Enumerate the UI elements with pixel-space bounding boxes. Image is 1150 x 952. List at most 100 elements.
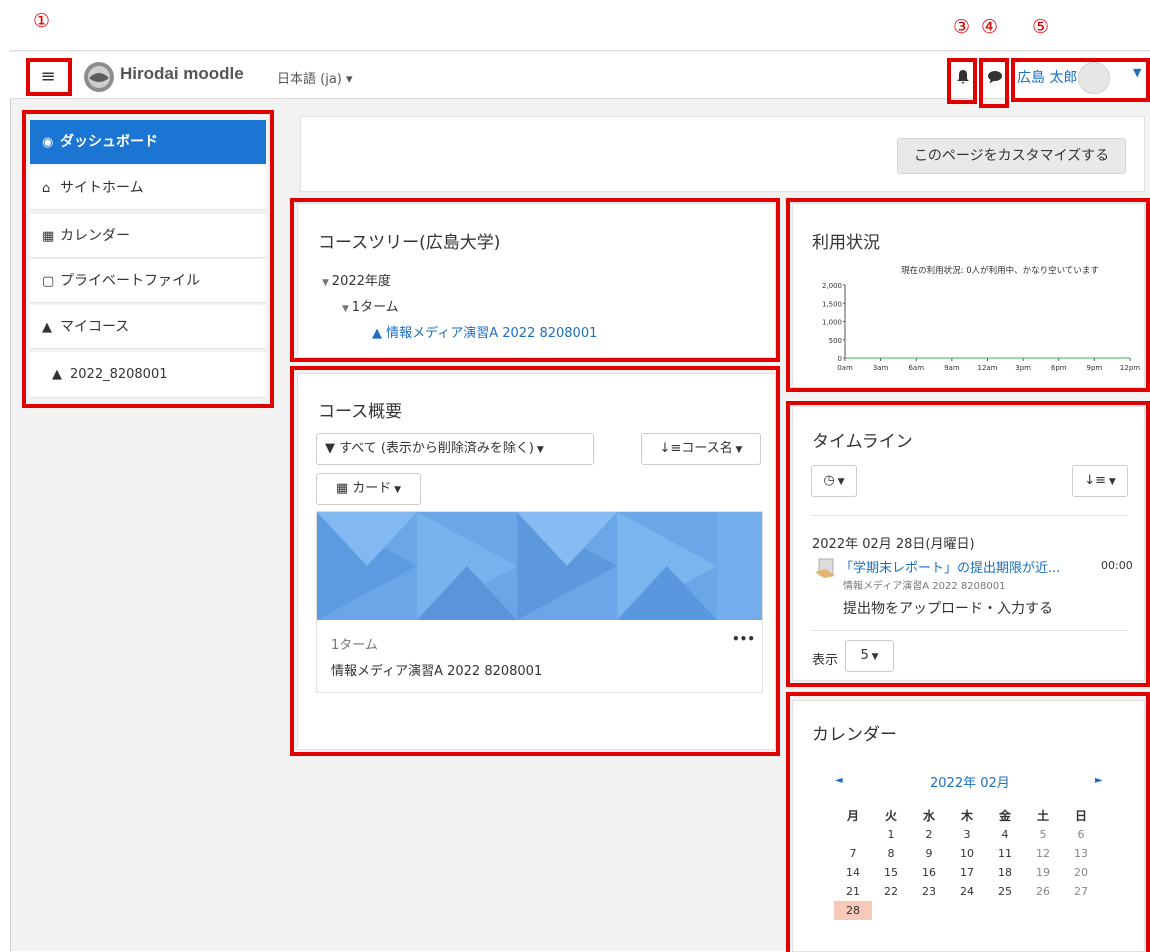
calendar-day[interactable]: 28: [834, 901, 872, 920]
calendar-day[interactable]: 25: [986, 882, 1024, 901]
filter-icon: ▼: [325, 441, 340, 456]
filter-label: すべて (表示から削除済みを除く): [339, 441, 534, 456]
chart-x-tick-label: 3pm: [1015, 364, 1031, 372]
sort-icon: ↓≡: [1084, 473, 1106, 488]
usage-title: 利用状況: [812, 233, 880, 253]
sidebar-item-my-courses[interactable]: ▲ マイコース: [30, 305, 266, 349]
calendar-day[interactable]: 20: [1062, 863, 1100, 882]
annotation-1: ①: [33, 10, 51, 32]
chevron-down-icon: ▼: [834, 477, 845, 487]
calendar-day[interactable]: 8: [872, 844, 910, 863]
calendar-day[interactable]: 27: [1062, 882, 1100, 901]
calendar-day: [872, 901, 910, 920]
calendar-day: [1062, 901, 1100, 920]
calendar-prev-button[interactable]: ◄: [835, 775, 843, 786]
filter-dropdown[interactable]: ▼ すべて (表示から削除済みを除く) ▼: [316, 433, 594, 465]
tree-year-label: 2022年度: [331, 274, 391, 289]
avatar[interactable]: [1078, 62, 1110, 94]
calendar-month: 2022年 02月: [930, 776, 1010, 791]
customize-page-button[interactable]: このページをカスタマイズする: [897, 138, 1126, 174]
chart-y-tick-label: 0: [838, 355, 842, 363]
assignment-icon: [814, 557, 836, 579]
calendar-weekday: 火: [884, 809, 897, 823]
calendar-icon: ▦: [42, 229, 55, 244]
timeline-event-course: 情報メディア演習A 2022 8208001: [843, 581, 1006, 592]
language-menu[interactable]: 日本語 (ja) ▾: [277, 68, 353, 87]
calendar-title: カレンダー: [812, 725, 897, 745]
calendar-day[interactable]: 5: [1024, 825, 1062, 844]
messages-button[interactable]: [983, 62, 1007, 92]
calendar-day[interactable]: 7: [834, 844, 872, 863]
show-count-value: 5: [860, 648, 869, 663]
calendar-day[interactable]: 11: [986, 844, 1024, 863]
chart-x-tick-label: 3am: [873, 364, 889, 372]
more-icon[interactable]: •••: [732, 632, 755, 646]
calendar-week: 21 22 23 24 25 26 27: [834, 882, 1100, 901]
calendar-day: [1024, 901, 1062, 920]
calendar-day[interactable]: 13: [1062, 844, 1100, 863]
calendar-day[interactable]: 9: [910, 844, 948, 863]
grid-icon: ▦: [335, 481, 353, 496]
calendar-day[interactable]: 6: [1062, 825, 1100, 844]
chart-y-tick-label: 2,000: [822, 282, 842, 290]
calendar-day[interactable]: 15: [872, 863, 910, 882]
calendar-day[interactable]: 1: [872, 825, 910, 844]
timeline-date-filter[interactable]: ◷ ▼: [811, 465, 857, 497]
calendar-day[interactable]: 19: [1024, 863, 1062, 882]
calendar-day[interactable]: 22: [872, 882, 910, 901]
chart-y-tick-label: 1,500: [822, 300, 842, 308]
calendar-weekday: 木: [960, 809, 973, 823]
chart-x-tick-label: 12am: [977, 364, 997, 372]
chevron-down-icon[interactable]: ▼: [1133, 66, 1141, 79]
calendar-day[interactable]: 14: [834, 863, 872, 882]
calendar-day[interactable]: 10: [948, 844, 986, 863]
sidebar-item-site-home[interactable]: ⌂ サイトホーム: [30, 166, 266, 210]
sidebar-item-course[interactable]: ▲ 2022_8208001: [30, 352, 266, 398]
timeline-action-link[interactable]: 提出物をアップロード・入力する: [843, 598, 1053, 618]
dashboard-icon: ◉: [42, 135, 54, 150]
course-card-term: 1ターム: [331, 638, 378, 653]
sort-icon: ↓≡: [659, 441, 682, 456]
calendar-day[interactable]: 21: [834, 882, 872, 901]
site-name[interactable]: Hirodai moodle: [120, 64, 244, 84]
calendar-day[interactable]: 4: [986, 825, 1024, 844]
course-card[interactable]: 1ターム ••• 情報メディア演習A 2022 8208001: [316, 511, 763, 693]
calendar-day[interactable]: 12: [1024, 844, 1062, 863]
calendar-next-button[interactable]: ►: [1095, 775, 1103, 786]
calendar-day[interactable]: 17: [948, 863, 986, 882]
show-count-dropdown[interactable]: 5 ▼: [845, 640, 894, 672]
sort-dropdown[interactable]: ↓≡コース名 ▼: [641, 433, 761, 465]
sort-label: コース名: [681, 441, 733, 456]
calendar-day[interactable]: 24: [948, 882, 986, 901]
calendar-day[interactable]: 26: [1024, 882, 1062, 901]
view-dropdown[interactable]: ▦ カード ▼: [316, 473, 421, 505]
sidebar-item-label: 2022_8208001: [70, 367, 168, 382]
calendar-day[interactable]: 2: [910, 825, 948, 844]
chart-x-tick-label: 9am: [944, 364, 960, 372]
chevron-down-icon: ▼: [1106, 477, 1116, 487]
tree-course-link[interactable]: ▲ 情報メディア演習A 2022 8208001: [372, 322, 597, 341]
tree-year[interactable]: ▼ 2022年度: [322, 270, 391, 289]
sidebar-item-dashboard[interactable]: ◉ ダッシュボード: [30, 120, 266, 164]
menu-toggle-button[interactable]: ≡: [28, 62, 68, 92]
sidebar-item-calendar[interactable]: ▦ カレンダー: [30, 214, 266, 258]
notifications-button[interactable]: [951, 62, 975, 92]
graduation-cap-icon: ▲: [372, 326, 387, 341]
tree-term[interactable]: ▼ 1ターム: [342, 296, 399, 315]
timeline-event-link[interactable]: 「学期末レポート」の提出期限が近...: [840, 557, 1060, 576]
chevron-down-icon: ▼: [534, 445, 544, 455]
chevron-down-icon: ▼: [868, 652, 879, 662]
calendar-day[interactable]: 18: [986, 863, 1024, 882]
course-card-name[interactable]: 情報メディア演習A 2022 8208001: [331, 660, 542, 679]
annotation-5: ⑤: [1032, 16, 1050, 38]
chevron-down-icon: ▼: [732, 445, 743, 455]
graduation-cap-icon: ▲: [52, 367, 62, 382]
chart-x-tick-label: 0am: [837, 364, 853, 372]
sidebar-item-private-files[interactable]: ▢ プライベートファイル: [30, 259, 266, 303]
timeline-sort[interactable]: ↓≡ ▼: [1072, 465, 1128, 497]
calendar-day[interactable]: 23: [910, 882, 948, 901]
sidebar-item-label: マイコース: [60, 319, 130, 335]
calendar-day[interactable]: 16: [910, 863, 948, 882]
calendar-day[interactable]: 3: [948, 825, 986, 844]
user-name[interactable]: 広島 太郎: [1017, 67, 1077, 87]
